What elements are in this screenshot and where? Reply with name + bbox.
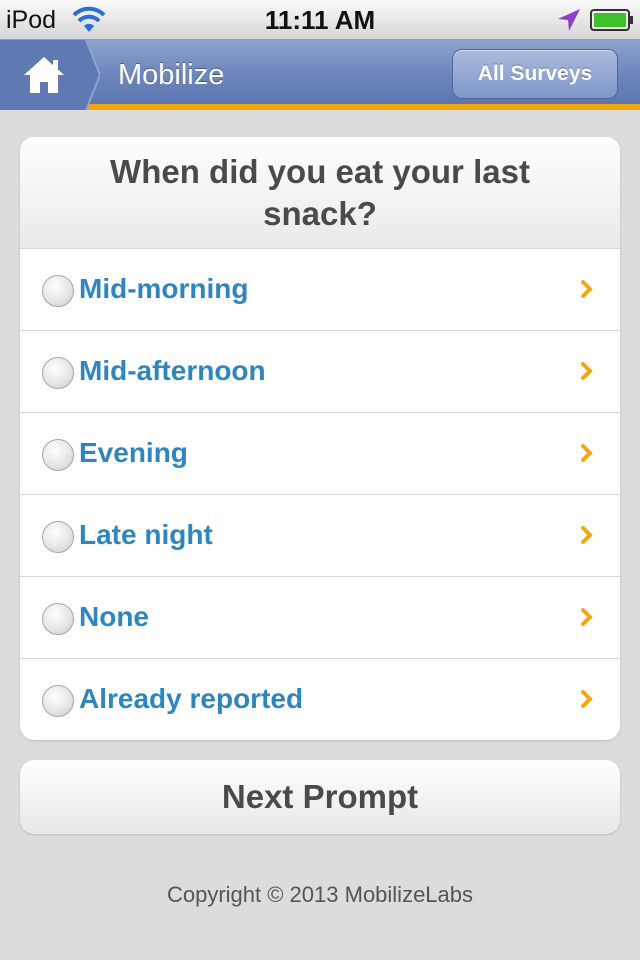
- radio-button[interactable]: [42, 439, 74, 471]
- chevron-right-icon: [581, 280, 593, 298]
- option-none[interactable]: None: [20, 577, 620, 659]
- option-label: Mid-afternoon: [79, 355, 266, 386]
- chevron-right-icon: [581, 444, 593, 462]
- option-late-night[interactable]: Late night: [20, 495, 620, 577]
- question-text: When did you eat your last snack?: [110, 152, 530, 232]
- option-label: None: [79, 601, 149, 632]
- option-evening[interactable]: Evening: [20, 413, 620, 495]
- all-surveys-button[interactable]: All Surveys: [452, 49, 618, 99]
- chevron-right-icon: [581, 690, 593, 708]
- question-header: When did you eat your last snack?: [20, 137, 620, 249]
- chevron-right-icon: [581, 362, 593, 380]
- option-already-reported[interactable]: Already reported: [20, 659, 620, 740]
- radio-button[interactable]: [42, 275, 74, 307]
- option-label: Mid-morning: [79, 273, 249, 304]
- option-label: Evening: [79, 437, 188, 468]
- radio-button[interactable]: [42, 357, 74, 389]
- option-label: Late night: [79, 519, 213, 550]
- radio-button[interactable]: [42, 521, 74, 553]
- option-mid-afternoon[interactable]: Mid-afternoon: [20, 331, 620, 413]
- chevron-right-icon: [581, 608, 593, 626]
- radio-button[interactable]: [42, 685, 74, 717]
- status-time: 11:11 AM: [264, 5, 376, 35]
- battery-icon: [590, 9, 633, 31]
- radio-button[interactable]: [42, 603, 74, 635]
- option-label: Already reported: [79, 683, 304, 714]
- next-prompt-button[interactable]: Next Prompt: [20, 760, 620, 834]
- copyright-footer: Copyright © 2013 MobilizeLabs: [166, 882, 474, 907]
- option-mid-morning[interactable]: Mid-morning: [20, 249, 620, 331]
- home-button[interactable]: [0, 40, 100, 110]
- chevron-right-icon: [581, 526, 593, 544]
- nav-bar: Mobilize All Surveys: [0, 40, 640, 110]
- nav-title: Mobilize: [118, 59, 225, 91]
- home-icon: [0, 40, 100, 110]
- location-icon: [558, 9, 580, 31]
- question-card: When did you eat your last snack? Mid-mo…: [20, 137, 620, 740]
- status-bar: iPod 11:11 AM: [0, 0, 640, 40]
